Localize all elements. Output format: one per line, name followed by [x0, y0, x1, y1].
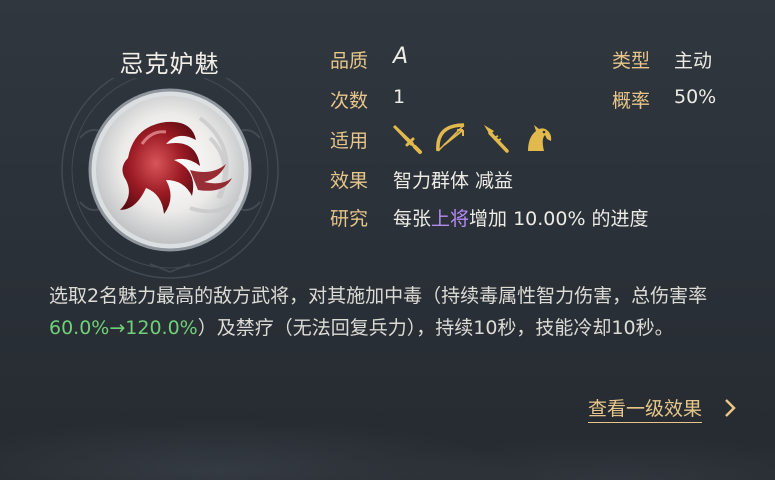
research-value: 每张上将增加 10.00% 的进度	[393, 204, 649, 231]
research-prefix: 每张	[393, 208, 432, 230]
chevron-right-icon[interactable]	[723, 397, 737, 419]
count-label: 次数	[330, 90, 369, 112]
quality-label: 品质	[330, 50, 369, 72]
applicable-label: 适用	[330, 130, 369, 152]
rate-value: 50%	[674, 86, 717, 108]
effect-value: 智力群体 减益	[393, 170, 514, 192]
type-value: 主动	[674, 50, 713, 72]
research-suffix: 增加 10.00% 的进度	[469, 208, 649, 230]
rate-label: 概率	[612, 90, 651, 112]
damage-rate-highlight: 60.0%→120.0%	[49, 317, 198, 339]
sword-icon	[393, 125, 422, 154]
skill-emblem-icon	[61, 78, 279, 279]
description-part1: 选取2名魅力最高的敌方武将，对其施加中毒（持续毒属性智力伤害，总伤害率	[49, 285, 708, 307]
skill-description: 选取2名魅力最高的敌方武将，对其施加中毒（持续毒属性智力伤害，总伤害率 60.0%…	[49, 280, 709, 344]
bow-icon	[436, 123, 465, 152]
effect-label: 效果	[330, 170, 369, 192]
quality-value: A	[393, 44, 409, 69]
count-value: 1	[393, 86, 406, 108]
view-level1-effect-link[interactable]: 查看一级效果	[588, 394, 703, 423]
horse-icon	[528, 125, 552, 151]
spear-icon	[484, 125, 509, 153]
type-label: 类型	[612, 50, 651, 72]
research-label: 研究	[330, 208, 369, 230]
description-part2: ）及禁疗（无法回复兵力），持续10秒，技能冷却10秒。	[197, 317, 674, 339]
skill-name: 忌克妒魅	[119, 50, 220, 78]
research-highlight: 上将	[431, 208, 470, 230]
